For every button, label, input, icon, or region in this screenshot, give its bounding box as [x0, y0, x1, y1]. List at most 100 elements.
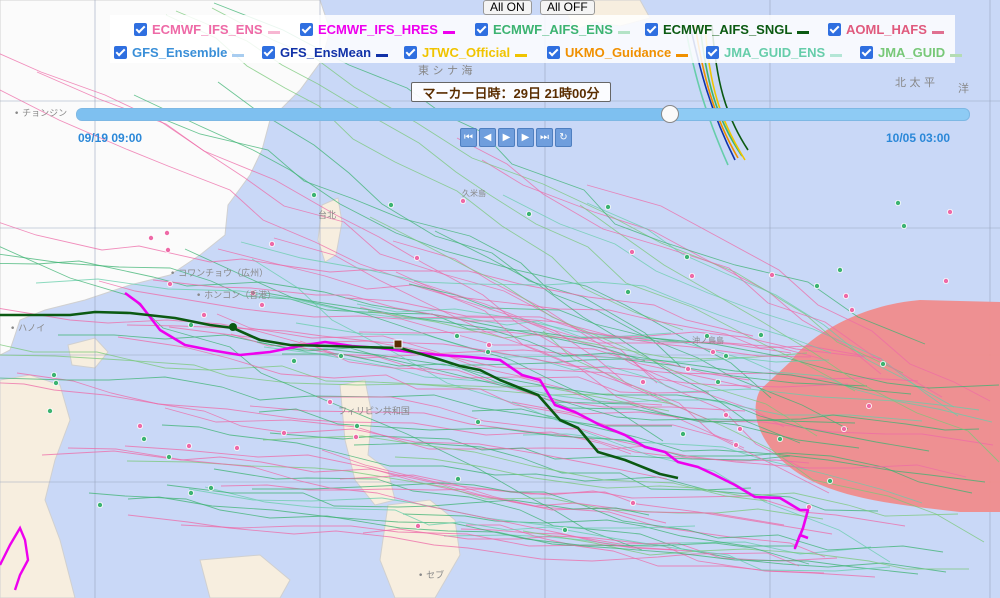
track-point-marker: [353, 422, 360, 429]
playback-controls: ⏮ ◀ ▶ ▶ ⏭ ↻: [460, 128, 572, 147]
label-guangzhou: • コワンチョウ（広州）: [170, 267, 268, 279]
legend-jma-guid-ens[interactable]: JMA_GUID_ENS: [706, 42, 843, 62]
checkbox[interactable]: [114, 45, 127, 59]
time-slider[interactable]: [76, 105, 970, 123]
track-point-marker: [605, 203, 612, 210]
track-point-marker: [454, 475, 461, 482]
legend-label: GFS_Ensemble: [132, 44, 228, 60]
legend-label: ECMWF_AIFS_ENS: [493, 21, 613, 37]
legend-swatch: [376, 53, 389, 57]
track-point-marker: [680, 430, 687, 437]
legend-gfs-ensmean[interactable]: GFS_EnsMean: [262, 42, 389, 62]
legend-label: ECMWF_AIFS_SNGL: [663, 21, 793, 37]
legend-swatch: [267, 30, 280, 34]
legend-swatch: [931, 30, 944, 34]
track-point-marker: [841, 425, 848, 432]
checkbox[interactable]: [828, 22, 841, 36]
loop-button[interactable]: ↻: [555, 128, 572, 147]
track-point-marker: [866, 402, 873, 409]
track-point-marker: [947, 208, 954, 215]
time-slider-fill: [77, 109, 671, 120]
track-point-marker: [849, 306, 856, 313]
aifs-sngl-marker-dot: [229, 323, 237, 331]
track-point-marker: [187, 321, 194, 328]
legend-swatch: [950, 53, 963, 57]
time-slider-handle[interactable]: [661, 105, 680, 123]
track-point-marker: [684, 253, 691, 260]
track-point-marker: [47, 407, 54, 414]
track-point-marker: [629, 248, 636, 255]
checkbox[interactable]: [547, 45, 560, 59]
track-point-marker: [233, 444, 240, 451]
play-button[interactable]: ▶: [498, 128, 515, 147]
track-point-marker: [895, 199, 902, 206]
legend-ukmo-guidance[interactable]: UKMO_Guidance: [547, 42, 689, 62]
legend-ecmwf-ifs-hres[interactable]: ECMWF_IFS_HRES: [300, 19, 455, 39]
legend-label: UKMO_Guidance: [565, 44, 672, 60]
legend-swatch: [232, 53, 245, 57]
track-point-marker: [185, 442, 192, 449]
track-point-marker: [53, 379, 60, 386]
track-point-marker: [837, 266, 844, 273]
all-off-button[interactable]: All OFF: [540, 0, 595, 15]
first-frame-button[interactable]: ⏮: [460, 128, 477, 147]
label-taipei: 台北: [318, 209, 336, 221]
track-point-marker: [562, 527, 569, 534]
model-legend: ECMWF_IFS_ENS ECMWF_IFS_HRES ECMWF_AIFS_…: [110, 15, 963, 63]
legend-swatch: [676, 53, 689, 57]
legend-jtwc-official[interactable]: JTWC_Official: [404, 42, 528, 62]
track-point-marker: [163, 229, 170, 236]
track-point-marker: [474, 418, 481, 425]
all-on-button[interactable]: All ON: [483, 0, 532, 15]
checkbox[interactable]: [300, 22, 313, 36]
track-point-marker: [200, 311, 207, 318]
legend-ecmwf-aifs-sngl[interactable]: ECMWF_AIFS_SNGL: [645, 19, 810, 39]
track-point-marker: [843, 292, 850, 299]
legend-label: AOML_HAFS: [846, 21, 927, 37]
checkbox[interactable]: [706, 45, 719, 59]
track-point-marker: [337, 352, 344, 359]
track-point-marker: [625, 288, 632, 295]
track-point-marker: [310, 191, 317, 198]
legend-ecmwf-aifs-ens[interactable]: ECMWF_AIFS_ENS: [475, 19, 630, 39]
legend-aoml-hafs[interactable]: AOML_HAFS: [828, 19, 944, 39]
track-point-marker: [187, 489, 194, 496]
label-philippines: フィリピン共和国: [338, 406, 410, 417]
track-point-marker: [689, 272, 696, 279]
legend-gfs-ensemble[interactable]: GFS_Ensemble: [114, 42, 245, 62]
next-frame-button[interactable]: ▶: [517, 128, 534, 147]
legend-jma-guid[interactable]: JMA_GUID: [860, 42, 963, 62]
legend-swatch: [797, 30, 810, 34]
slider-start-time: 09/19 09:00: [78, 131, 143, 145]
legend-swatch: [442, 30, 455, 34]
track-point-marker: [280, 429, 287, 436]
track-point-marker: [685, 365, 692, 372]
track-point-marker: [326, 398, 333, 405]
legend-label: ECMWF_IFS_HRES: [318, 21, 438, 37]
checkbox[interactable]: [134, 22, 147, 36]
label-hanoi: • ハノイ: [10, 324, 45, 334]
label-north-pacific-2: 洋: [958, 81, 969, 95]
checkbox[interactable]: [262, 45, 275, 59]
checkbox[interactable]: [860, 45, 873, 59]
legend-ecmwf-ifs-ens[interactable]: ECMWF_IFS_ENS: [134, 19, 280, 39]
last-frame-button[interactable]: ⏭: [536, 128, 553, 147]
checkbox[interactable]: [475, 22, 488, 36]
prev-frame-button[interactable]: ◀: [479, 128, 496, 147]
track-point-marker: [880, 360, 887, 367]
checkbox[interactable]: [404, 45, 417, 59]
legend-label: GFS_EnsMean: [280, 44, 372, 60]
label-higashi-china-sea: 東 シ ナ 海: [418, 63, 473, 77]
label-okinotori: 沖ノ鳥島: [692, 335, 724, 345]
track-point-marker: [290, 357, 297, 364]
checkbox[interactable]: [645, 22, 658, 36]
track-point-marker: [723, 411, 730, 418]
label-cebu: • セブ: [418, 569, 444, 581]
track-point-marker: [166, 280, 173, 287]
track-point-marker: [413, 254, 420, 261]
label-north-pacific-1: 北 太 平: [895, 76, 935, 89]
current-position-marker: [393, 339, 403, 349]
track-point-marker: [414, 523, 421, 530]
legend-swatch: [515, 53, 528, 57]
track-point-marker: [733, 441, 740, 448]
